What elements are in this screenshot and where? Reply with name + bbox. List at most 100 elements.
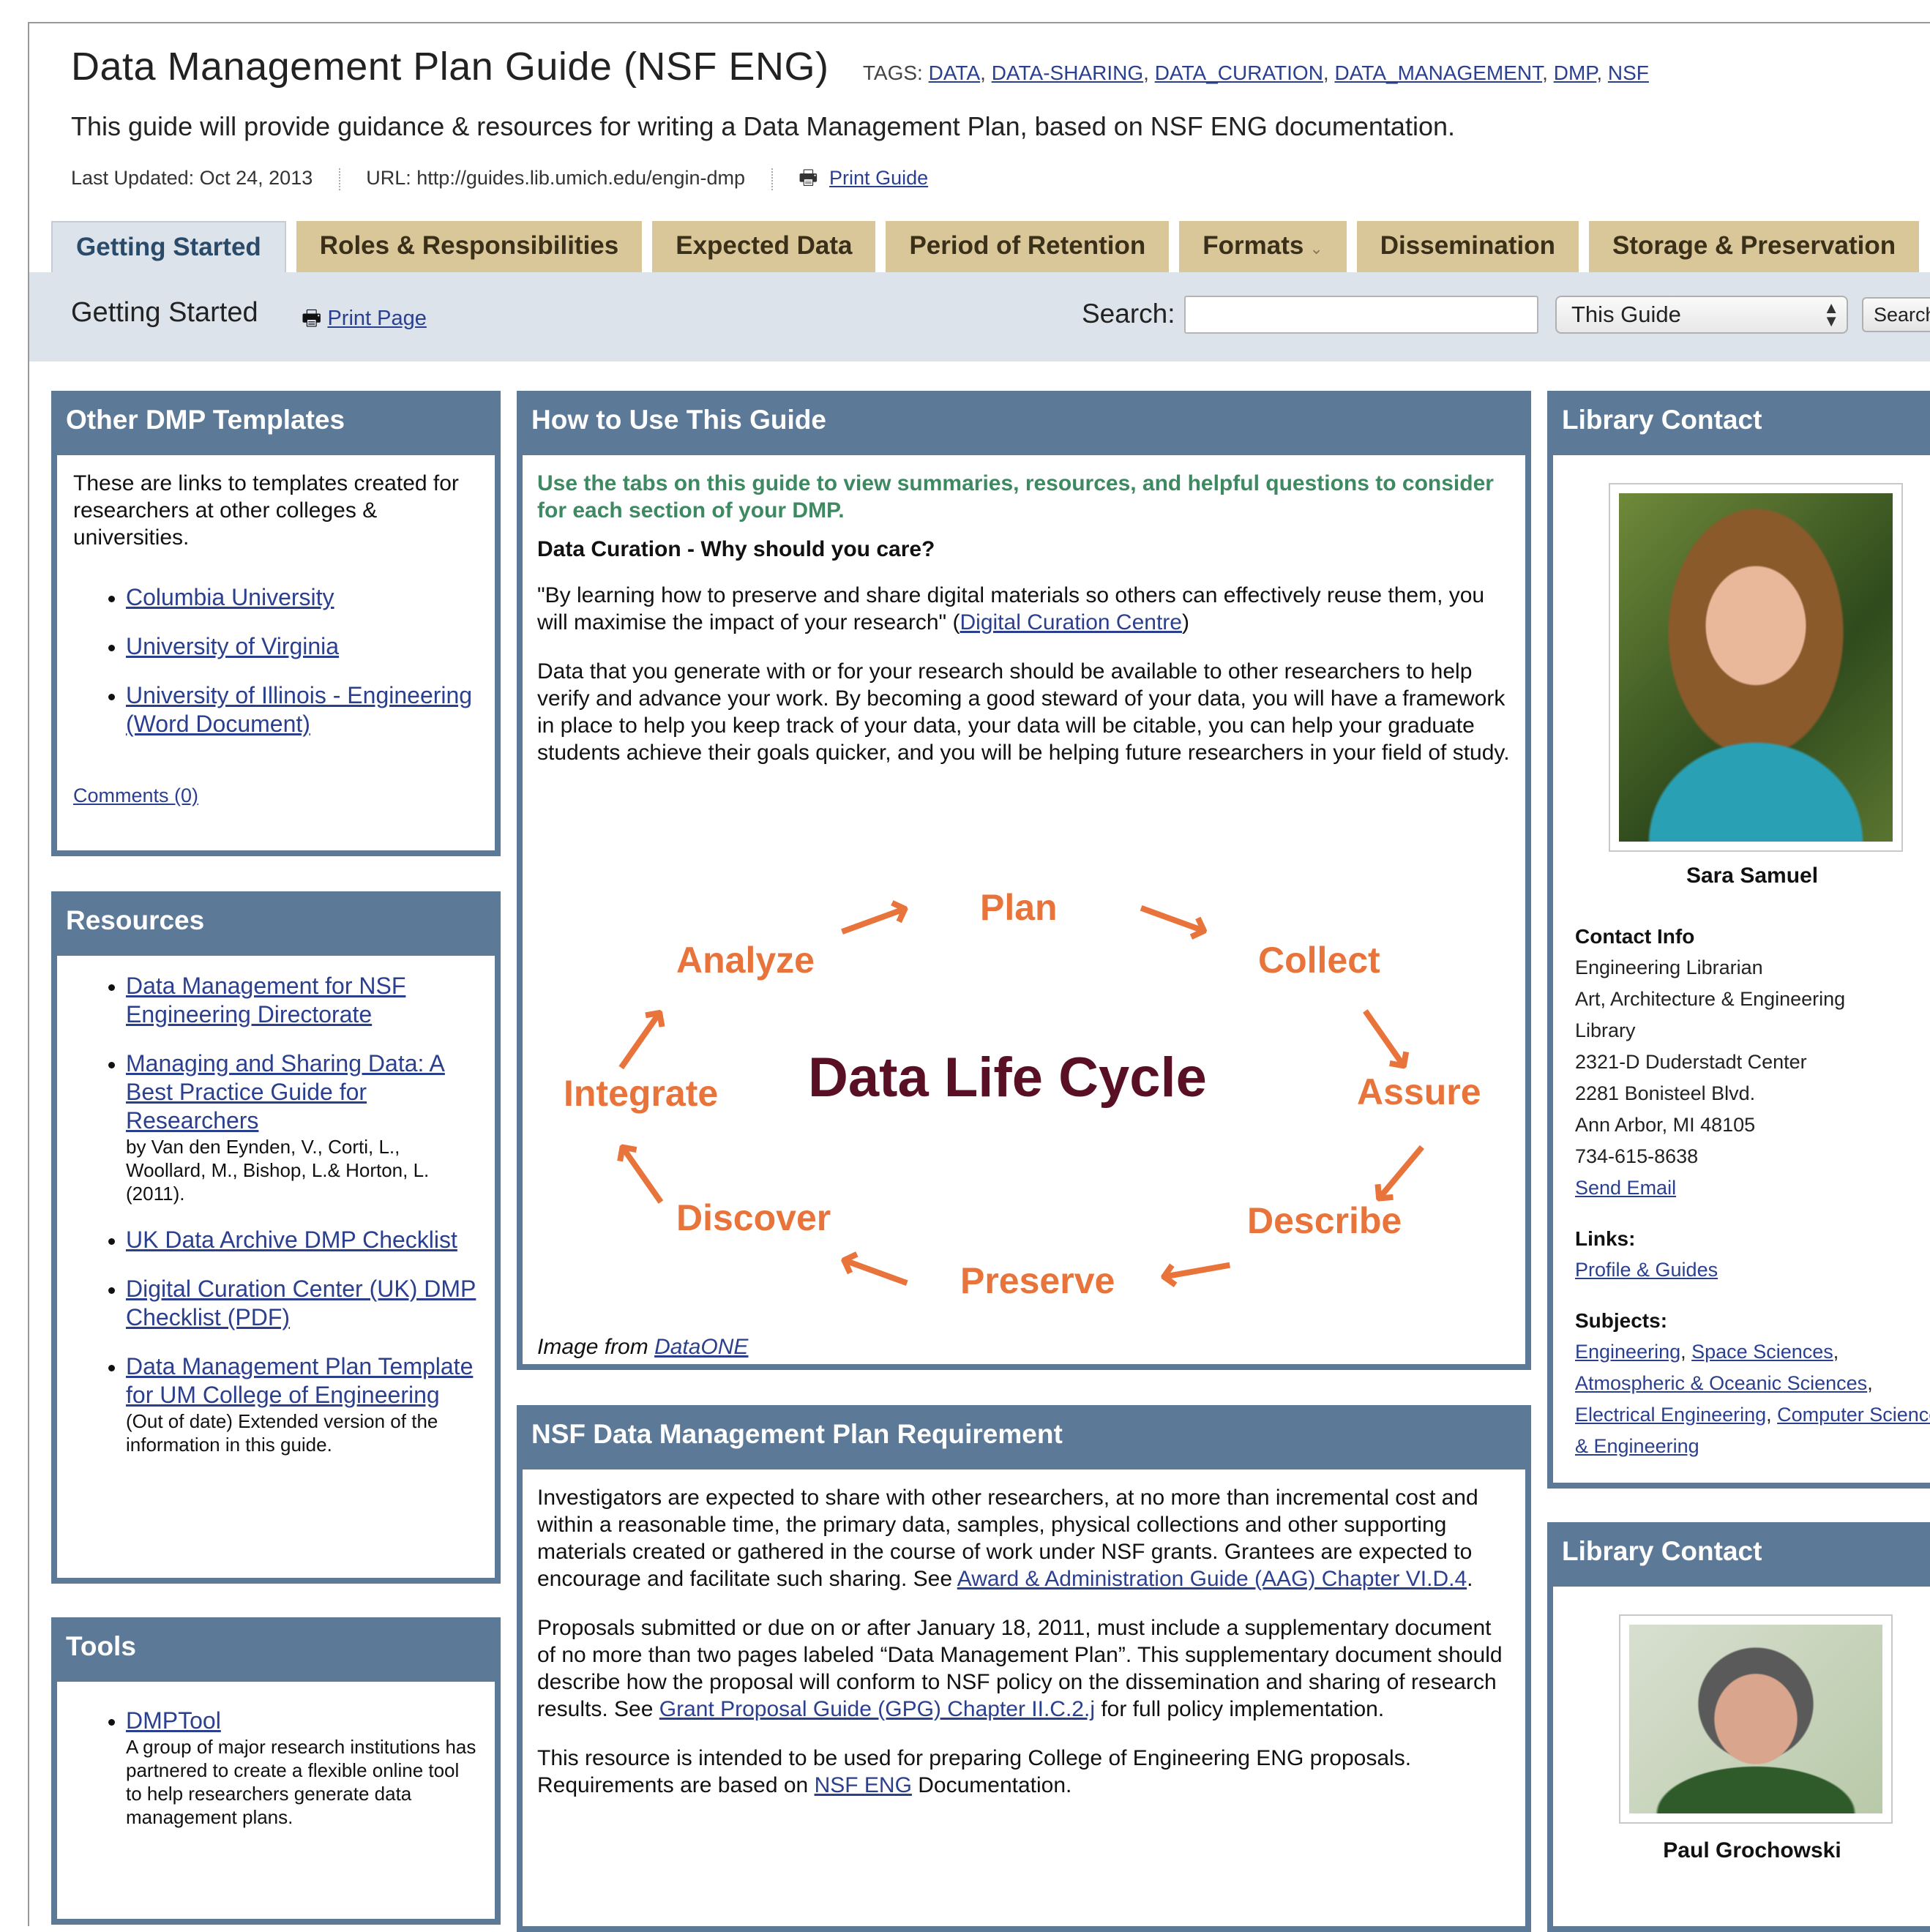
tab-getting-started[interactable]: Getting Started bbox=[51, 221, 286, 272]
tag-link[interactable]: NSF bbox=[1608, 61, 1649, 84]
printer-icon: 🖶 bbox=[798, 166, 818, 189]
subjects-list: Engineering, Space Sciences, Atmospheric… bbox=[1575, 1336, 1930, 1462]
profile-guides-link[interactable]: Profile & Guides bbox=[1575, 1259, 1718, 1281]
dataone-link[interactable]: DataONE bbox=[654, 1335, 748, 1359]
chevron-down-icon: ⌄ bbox=[1309, 239, 1323, 258]
contact-line: 2321-D Duderstadt Center bbox=[1575, 1051, 1807, 1073]
tag-link[interactable]: DATA_CURATION bbox=[1155, 61, 1323, 84]
tag-link[interactable]: DATA-SHARING bbox=[992, 61, 1143, 84]
subject-link[interactable]: Space Sciences bbox=[1691, 1341, 1833, 1363]
resource-link[interactable]: Data Management for NSF Engineering Dire… bbox=[126, 973, 405, 1027]
contact-heading: Library Contact bbox=[1562, 1536, 1762, 1566]
contact-line: Library bbox=[1575, 1019, 1636, 1041]
resource-link[interactable]: UK Data Archive DMP Checklist bbox=[126, 1227, 457, 1253]
guide-title: Data Management Plan Guide (NSF ENG) bbox=[71, 45, 829, 89]
resource-link[interactable]: Managing and Sharing Data: A Best Practi… bbox=[126, 1050, 445, 1134]
arrow-icon: ⟶ bbox=[595, 1128, 684, 1221]
resources-box: Resources Data Management for NSF Engine… bbox=[51, 891, 501, 1584]
contact-line: Engineering Librarian bbox=[1575, 956, 1763, 978]
tools-list: DMPToolA group of major research institu… bbox=[73, 1707, 479, 1829]
tool-note: A group of major research institutions h… bbox=[126, 1736, 476, 1828]
contact-body: Paul Grochowski bbox=[1553, 1587, 1930, 1926]
page-title: Getting Started bbox=[71, 297, 258, 328]
guide-description: This guide will provide guidance & resou… bbox=[71, 111, 1455, 141]
comments-link[interactable]: Comments (0) bbox=[73, 782, 479, 809]
guide-meta: Last Updated: Oct 24, 2013 URL: http://g… bbox=[71, 162, 928, 198]
print-guide-link[interactable]: Print Guide bbox=[829, 167, 928, 189]
printer-icon: 🖶 bbox=[302, 307, 322, 330]
quote-end: ) bbox=[1181, 610, 1189, 634]
nsf-text: . bbox=[1467, 1567, 1473, 1591]
tag-link[interactable]: DMP bbox=[1554, 61, 1597, 84]
subject-link[interactable]: Engineering bbox=[1575, 1341, 1680, 1363]
tag-link[interactable]: DATA bbox=[929, 61, 981, 84]
stage-discover: Discover bbox=[676, 1197, 831, 1238]
arrow-icon: ⟶ bbox=[1129, 879, 1219, 958]
nsf-paragraph-1: Investigators are expected to share with… bbox=[537, 1484, 1511, 1592]
search-label: Search: bbox=[1082, 299, 1175, 329]
search-button[interactable]: Search bbox=[1862, 297, 1930, 332]
search-scope-value: This Guide bbox=[1571, 302, 1681, 327]
resource-link[interactable]: Data Management Plan Template for UM Col… bbox=[126, 1353, 473, 1408]
tags: TAGS: DATA, DATA-SHARING, DATA_CURATION,… bbox=[862, 61, 1649, 84]
tag-link[interactable]: DATA_MANAGEMENT bbox=[1334, 61, 1542, 84]
arrow-icon: ⟶ bbox=[829, 1233, 919, 1312]
tab-storage-preservation[interactable]: Storage & Preservation bbox=[1589, 221, 1920, 272]
contact-name: Sara Samuel bbox=[1686, 864, 1819, 888]
template-link-illinois[interactable]: University of Illinois - Engineering (Wo… bbox=[126, 682, 472, 737]
nsf-paragraph-2: Proposals submitted or due on or after J… bbox=[537, 1614, 1511, 1723]
arrow-icon: ⟶ bbox=[829, 879, 919, 958]
tools-box: Tools DMPToolA group of major research i… bbox=[51, 1617, 501, 1925]
print-page-link[interactable]: Print Page bbox=[327, 307, 426, 330]
divider bbox=[771, 168, 773, 190]
list-item: Data Management Plan Template for UM Col… bbox=[126, 1352, 479, 1456]
search-scope-select[interactable]: This Guide ▲ ▼ bbox=[1555, 296, 1848, 334]
life-cycle-title: Data Life Cycle bbox=[808, 1046, 1207, 1109]
gpg-chapter-link[interactable]: Grant Proposal Guide (GPG) Chapter II.C.… bbox=[659, 1697, 1095, 1721]
tab-formats-label: Formats bbox=[1202, 231, 1304, 260]
page-toolbar: Getting Started 🖶 Print Page Search: Thi… bbox=[29, 272, 1930, 362]
howto-lead: Use the tabs on this guide to view summa… bbox=[537, 471, 1494, 523]
contact-line: Art, Architecture & Engineering bbox=[1575, 988, 1846, 1010]
last-updated: Last Updated: Oct 24, 2013 bbox=[71, 167, 313, 189]
guide-header: Data Management Plan Guide (NSF ENG) TAG… bbox=[71, 44, 1649, 89]
contact-line: Ann Arbor, MI 48105 bbox=[1575, 1114, 1756, 1136]
search-input[interactable] bbox=[1184, 296, 1538, 334]
resources-heading: Resources bbox=[66, 905, 205, 935]
links-label: Links: bbox=[1575, 1227, 1636, 1250]
list-item: Managing and Sharing Data: A Best Practi… bbox=[126, 1049, 479, 1205]
templates-box: Other DMP Templates These are links to t… bbox=[51, 391, 501, 856]
template-link-virginia[interactable]: University of Virginia bbox=[126, 633, 339, 659]
contact-details: Contact Info Engineering Librarian Art, … bbox=[1575, 921, 1930, 1462]
arrow-icon: ⟶ bbox=[595, 992, 684, 1085]
arrow-icon: ⟶ bbox=[1154, 1238, 1238, 1308]
subject-link[interactable]: Atmospheric & Oceanic Sciences bbox=[1575, 1372, 1867, 1394]
templates-body: These are links to templates created for… bbox=[57, 455, 495, 850]
digital-curation-centre-link[interactable]: Digital Curation Centre bbox=[960, 610, 1182, 634]
tab-roles-responsibilities[interactable]: Roles & Responsibilities bbox=[296, 221, 643, 272]
library-contact-box: Library Contact Sara Samuel Contact Info… bbox=[1547, 391, 1930, 1489]
send-email-link[interactable]: Send Email bbox=[1575, 1177, 1676, 1199]
tab-period-of-retention[interactable]: Period of Retention bbox=[886, 221, 1170, 272]
tool-link-dmptool[interactable]: DMPTool bbox=[126, 1707, 221, 1734]
image-credit: Image from DataONE bbox=[537, 1333, 748, 1360]
resource-link[interactable]: Digital Curation Center (UK) DMP Checkli… bbox=[126, 1276, 476, 1330]
list-item: University of Illinois - Engineering (Wo… bbox=[126, 681, 479, 738]
tab-formats[interactable]: Formats ⌄ bbox=[1179, 221, 1347, 272]
stage-assure: Assure bbox=[1357, 1071, 1481, 1112]
tab-dissemination[interactable]: Dissemination bbox=[1356, 221, 1579, 272]
contact-heading: Library Contact bbox=[1562, 405, 1762, 435]
contact-line: 734-615-8638 bbox=[1575, 1145, 1699, 1167]
contact-body: Sara Samuel Contact Info Engineering Lib… bbox=[1553, 455, 1930, 1483]
nsf-eng-link[interactable]: NSF ENG bbox=[815, 1773, 912, 1797]
list-item: University of Virginia bbox=[126, 632, 479, 661]
template-link-columbia[interactable]: Columbia University bbox=[126, 584, 334, 610]
contact-info-label: Contact Info bbox=[1575, 925, 1695, 948]
tab-expected-data[interactable]: Expected Data bbox=[652, 221, 876, 272]
subject-link[interactable]: Electrical Engineering bbox=[1575, 1404, 1766, 1426]
list-item: UK Data Archive DMP Checklist bbox=[126, 1226, 479, 1254]
arrow-icon: ⟶ bbox=[1342, 992, 1431, 1085]
guide-url: URL: http://guides.lib.umich.edu/engin-d… bbox=[366, 167, 746, 189]
nsf-requirement-box: NSF Data Management Plan Requirement Inv… bbox=[517, 1405, 1531, 1932]
aag-chapter-link[interactable]: Award & Administration Guide (AAG) Chapt… bbox=[957, 1567, 1467, 1591]
